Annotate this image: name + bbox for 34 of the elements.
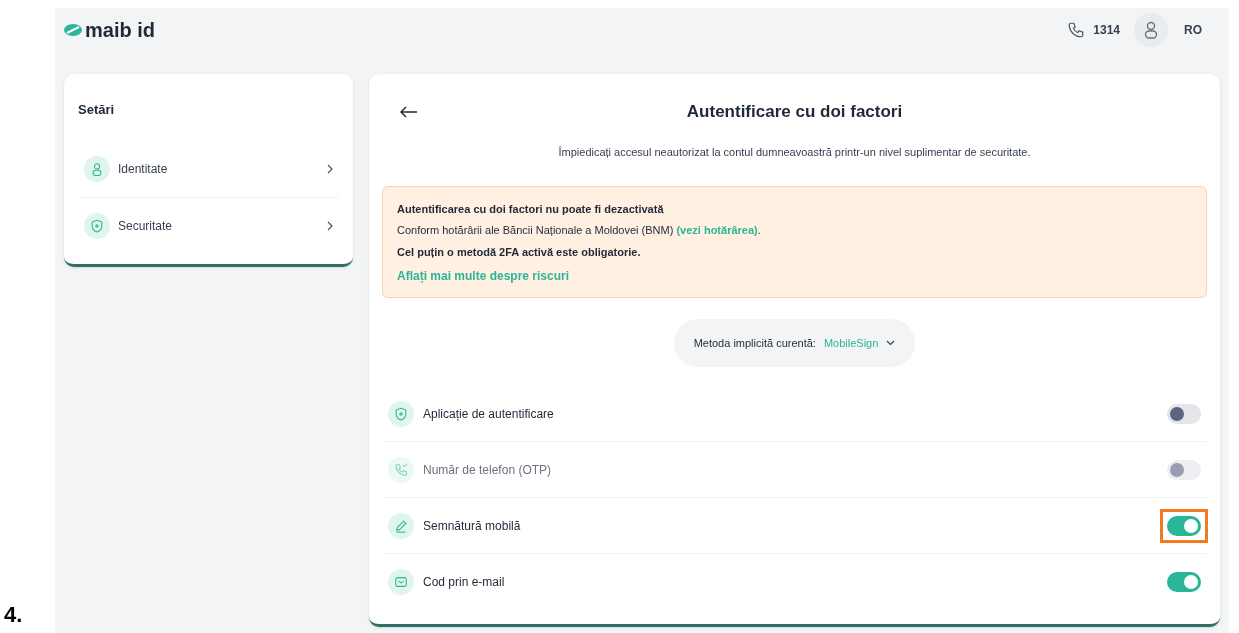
- toggle-switch[interactable]: [1167, 403, 1201, 424]
- profile-button[interactable]: [1134, 13, 1168, 47]
- pen-icon: [388, 512, 414, 539]
- method-label: Cod prin e-mail: [423, 574, 506, 591]
- method-label: Aplicație de autentificare: [423, 405, 555, 423]
- toggle-switch[interactable]: [1167, 515, 1201, 536]
- toggle-switch[interactable]: [1167, 572, 1201, 592]
- logo-icon: [64, 24, 82, 36]
- alert-title: Autentificarea cu doi factori nu poate fi dezactivată: [397, 201, 665, 217]
- logo[interactable]: maib id: [85, 20, 155, 40]
- settings-menu-item[interactable]: Identitate: [78, 141, 339, 198]
- chevron-right-icon: [327, 220, 333, 231]
- person-icon: [1144, 21, 1158, 39]
- phone-icon: [388, 456, 414, 483]
- phone-icon[interactable]: [1067, 21, 1086, 39]
- method-label: Număr de telefon (OTP): [423, 461, 553, 479]
- alert-emphasis: Cel puțin o metodă 2FA activă este obligatorie.: [397, 244, 642, 260]
- person-icon: [84, 156, 110, 182]
- mail-icon: [388, 569, 414, 595]
- settings-title: Setări: [78, 101, 116, 119]
- chevron-right-icon: [327, 164, 333, 174]
- alert-text: Conform hotărârii ale Băncii Naționale a Moldovei (BNM) (vezi hotărârea).: [397, 223, 762, 238]
- back-arrow-icon[interactable]: [400, 106, 418, 118]
- chevron-down-icon: [886, 340, 896, 346]
- page-title: Autentificare cu doi factori: [686, 101, 903, 124]
- settings-menu-item[interactable]: Securitate: [78, 197, 339, 254]
- step-number: 4.: [4, 601, 24, 629]
- method-label: Semnătură mobilă: [423, 517, 522, 535]
- page-subtitle: Împiedicați accesul neautorizat la contul dumneavoastră printr-un nivel suplimentar de securitate.: [557, 145, 1032, 160]
- language-selector[interactable]: RO: [1184, 21, 1202, 39]
- shield-icon: [388, 400, 414, 427]
- default-method-dropdown[interactable]: Metoda implicită curentă: MobileSign: [673, 319, 916, 367]
- phone-number[interactable]: 1314: [1093, 21, 1120, 39]
- shield-icon: [84, 212, 110, 239]
